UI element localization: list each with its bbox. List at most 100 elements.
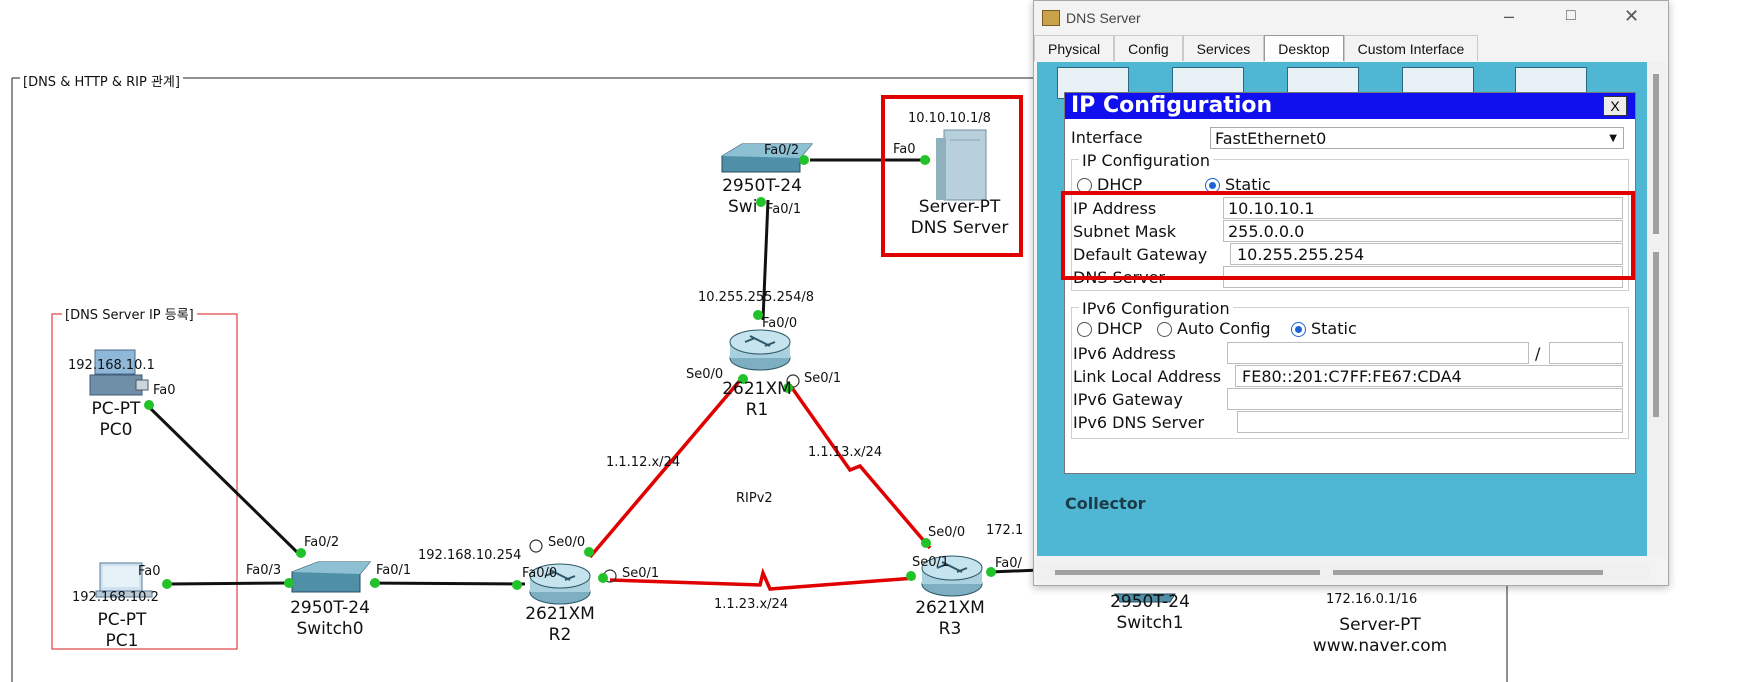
link-dot <box>584 547 594 557</box>
link-dot <box>920 155 930 165</box>
ipv6-dns-label: IPv6 DNS Server <box>1073 413 1205 432</box>
naver-server-model: Server-PT <box>1339 615 1421 635</box>
link-r1r2-label: 1.1.12.x/24 <box>606 455 681 470</box>
r2-label: R2 <box>548 625 572 645</box>
interface-select[interactable]: FastEthernet0 ▼ <box>1210 127 1624 149</box>
r3-label: R3 <box>938 619 962 639</box>
ipv6-auto-label: Auto Config <box>1177 319 1271 338</box>
dns-server-name: Server-PT DNS Server <box>902 197 1017 239</box>
tab-services[interactable]: Services <box>1182 35 1265 61</box>
ipv6-auto-radio[interactable]: Auto Config <box>1157 319 1271 338</box>
r3-partial-ip: 172.1 <box>986 523 1024 538</box>
r1-model: 2621XM <box>722 379 792 399</box>
ipv6-prefix-input[interactable] <box>1549 342 1623 364</box>
switch-top-label: Swi <box>728 197 758 217</box>
interface-label: Interface <box>1071 128 1143 147</box>
r2-port-fa00: Fa0/0 <box>522 566 558 581</box>
window-title: DNS Server <box>1066 9 1141 26</box>
frame-label: [DNS & HTTP & RIP 관계] <box>20 71 183 90</box>
link-pc1-switch0 <box>167 581 291 586</box>
dns-server-icon[interactable] <box>936 129 987 201</box>
dns-server-model: Server-PT <box>918 197 1001 217</box>
pc0-model: PC-PT <box>91 399 141 419</box>
switch1-model: 2950T-24 <box>1110 592 1190 612</box>
switch0-port-fa02: Fa0/2 <box>304 535 340 550</box>
horizontal-scrollbar[interactable] <box>1037 563 1649 581</box>
link-dot <box>799 155 809 165</box>
switch0-label: Switch0 <box>296 619 364 639</box>
ipv6-static-label: Static <box>1311 319 1357 338</box>
radio-icon <box>1157 322 1172 337</box>
link-dot <box>284 578 294 588</box>
switch0-port-fa01: Fa0/1 <box>376 563 412 578</box>
ip-config-title: IP Configuration <box>1065 93 1635 119</box>
r1-port-fa00: Fa0/0 <box>762 316 798 331</box>
r1-name: 2621XM R1 <box>712 379 802 421</box>
maximize-icon[interactable]: □ <box>1566 7 1576 25</box>
link-dot <box>162 579 172 589</box>
ipv6-gateway-label: IPv6 Gateway <box>1073 390 1183 409</box>
pc0-port: Fa0 <box>153 383 176 398</box>
ipv6-address-input[interactable] <box>1227 342 1529 364</box>
link-dot <box>906 571 916 581</box>
ip-config-close-button[interactable]: X <box>1603 96 1627 116</box>
r1-port-se01: Se0/1 <box>804 371 842 386</box>
dns-server-port: Fa0 <box>893 142 916 157</box>
vertical-scrollbar[interactable] <box>1647 62 1665 556</box>
switch0-icon[interactable] <box>291 561 372 593</box>
link-switch0-r2 <box>369 581 526 586</box>
r3-port-se00: Se0/0 <box>928 525 966 540</box>
pc1-name: PC-PT PC1 <box>92 610 152 652</box>
link-r1r3-label: 1.1.13.x/24 <box>808 445 883 460</box>
r1-net: 10.255.255.254/8 <box>698 290 815 305</box>
link-dot <box>512 580 522 590</box>
pc0-ip: 192.168.10.1 <box>68 358 155 373</box>
ipv6-dns-input[interactable] <box>1237 411 1623 433</box>
r2-net: 192.168.10.254 <box>418 548 522 563</box>
desktop-collector-label: Collector <box>1065 494 1146 513</box>
link-r2r3-label: 1.1.23.x/24 <box>714 597 789 612</box>
link-local-input[interactable]: FE80::201:C7FF:FE67:CDA4 <box>1235 365 1623 387</box>
r2-port-se00: Se0/0 <box>548 535 586 550</box>
ipv6-static-radio[interactable]: Static <box>1291 319 1357 338</box>
r1-label: R1 <box>745 400 769 420</box>
r2-name: 2621XM R2 <box>520 604 600 646</box>
scroll-thumb[interactable] <box>1653 252 1659 417</box>
interface-value: FastEthernet0 <box>1215 129 1327 148</box>
ip-configuration-dialog: IP Configuration X Interface FastEtherne… <box>1064 92 1636 474</box>
radio-icon <box>1077 322 1092 337</box>
scroll-thumb[interactable] <box>1653 74 1659 234</box>
scroll-thumb[interactable] <box>1333 570 1603 575</box>
close-icon[interactable]: ✕ <box>1624 6 1639 27</box>
naver-server-name: Server-PT www.naver.com <box>1300 615 1460 657</box>
tab-desktop[interactable]: Desktop <box>1264 35 1344 61</box>
switch1-label: Switch1 <box>1116 613 1184 633</box>
scroll-thumb[interactable] <box>1055 570 1320 575</box>
ipv6-prefix-slash: / <box>1535 344 1541 363</box>
tab-custom-interface[interactable]: Custom Interface <box>1343 35 1479 61</box>
ipv6-section-label: IPv6 Configuration <box>1079 299 1233 318</box>
subframe-label: [DNS Server IP 등록] <box>62 304 197 323</box>
minimize-icon[interactable]: – <box>1504 6 1514 27</box>
ipv6-dhcp-radio[interactable]: DHCP <box>1077 319 1142 338</box>
r3-port-se01: Se0/1 <box>912 555 950 570</box>
r3-model: 2621XM <box>915 598 985 618</box>
switch-top-model: 2950T-24 <box>722 176 802 196</box>
rip-label: RIPv2 <box>736 491 773 506</box>
ipv6-address-label: IPv6 Address <box>1073 344 1176 363</box>
ipv6-gateway-input[interactable] <box>1227 388 1623 410</box>
r2-model: 2621XM <box>525 604 595 624</box>
tab-physical[interactable]: Physical <box>1034 35 1115 61</box>
r3-name: 2621XM R3 <box>910 598 990 640</box>
switch0-name: 2950T-24 Switch0 <box>280 598 380 640</box>
router-r1-icon[interactable] <box>729 329 791 371</box>
tab-config[interactable]: Config <box>1114 35 1183 61</box>
dns-server-ip: 10.10.10.1/8 <box>908 111 991 126</box>
link-dot <box>370 578 380 588</box>
ipv6-dhcp-label: DHCP <box>1097 319 1143 338</box>
link-pc0-switch0 <box>148 406 302 557</box>
switch-top-name: 2950T-24 Swi <box>712 176 812 218</box>
switch-top-port-fa02: Fa0/2 <box>764 143 800 158</box>
chevron-down-icon: ▼ <box>1609 133 1617 144</box>
switch1-name: 2950T-24 Switch1 <box>1100 592 1200 634</box>
